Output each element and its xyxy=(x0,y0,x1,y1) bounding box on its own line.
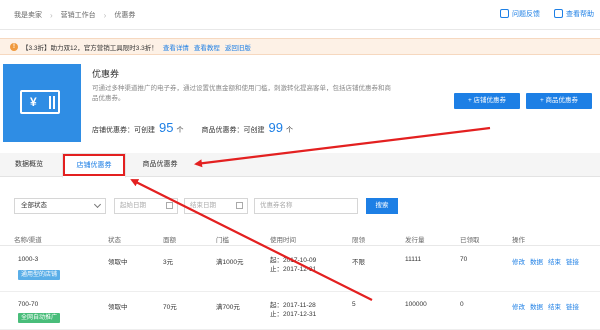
header-status: 状态 xyxy=(108,237,121,244)
notice-link-old-version[interactable]: 返回旧版 xyxy=(225,42,251,52)
header-name: 名称/渠道 xyxy=(14,237,42,244)
status-select-value: 全部状态 xyxy=(21,202,47,209)
coupon-limit: 5 xyxy=(352,301,356,308)
start-date-placeholder: 起始日期 xyxy=(120,202,146,209)
share-link[interactable]: 链接 xyxy=(566,304,579,311)
start-date-input[interactable]: 起始日期 xyxy=(114,198,178,214)
notice-text: 【3.3折】助力双12，官方营销工具限时3.3折！ xyxy=(22,44,158,52)
data-link[interactable]: 数据 xyxy=(530,259,543,266)
add-goods-coupon-button[interactable]: + 商品优惠券 xyxy=(526,93,592,109)
header-claimed: 已领取 xyxy=(460,237,480,244)
coupon-issued: 11111 xyxy=(405,256,422,263)
coupon-name-input[interactable]: 优惠券名称 xyxy=(254,198,358,214)
channel-tag: 全网自动推广 xyxy=(18,313,61,323)
row-actions: 修改 数据 结束 链接 xyxy=(512,256,584,266)
chevron-right-icon: › xyxy=(50,10,53,20)
goods-quota-count: 99 xyxy=(268,120,283,135)
promo-notice: ! 【3.3折】助力双12，官方营销工具限时3.3折！ 查看详情 查看教程 返回… xyxy=(0,38,600,55)
breadcrumb-item-seller[interactable]: 我是卖家 xyxy=(14,10,42,20)
store-quota-unit: 个 xyxy=(176,127,184,134)
coupon-logo: ¥ xyxy=(3,64,81,142)
header-threshold: 门槛 xyxy=(216,237,229,244)
coupon-issued: 100000 xyxy=(405,301,427,308)
coupon-status: 领取中 xyxy=(108,304,128,311)
coupon-status: 领取中 xyxy=(108,259,128,266)
top-bar: 我是卖家 › 营销工作台 › 优惠券 问题反馈 查看帮助 xyxy=(0,0,600,30)
add-store-coupon-button[interactable]: + 店铺优惠券 xyxy=(454,93,520,109)
coupon-threshold: 满1000元 xyxy=(216,259,244,266)
table-header: 名称/渠道 状态 面额 门槛 使用时间 限领 发行量 已领取 操作 xyxy=(0,230,600,246)
edit-icon xyxy=(500,9,509,18)
coupon-intro-card: ¥ 优惠券 可通过多种渠道推广的电子券，通过设置优惠金额和使用门槛，刺激转化提高… xyxy=(0,62,600,146)
table-row: 700-70 全网自动推广 领取中 70元 满700元 起：2017-11-28… xyxy=(0,293,600,330)
coupon-name-placeholder: 优惠券名称 xyxy=(260,202,293,209)
table-row: 1000-3 通用型的店铺 领取中 3元 满1000元 起：2017-10-09… xyxy=(0,248,600,292)
coupon-claimed: 70 xyxy=(460,256,468,263)
end-date-input[interactable]: 结束日期 xyxy=(184,198,248,214)
page-description: 可通过多种渠道推广的电子券，通过设置优惠金额和使用门槛，刺激转化提高客单，包括店… xyxy=(92,85,391,102)
breadcrumb: 我是卖家 › 营销工作台 › 优惠券 xyxy=(14,10,135,20)
edit-link[interactable]: 修改 xyxy=(512,259,525,266)
header-actions: 操作 xyxy=(512,237,525,244)
ticket-icon: ¥ xyxy=(20,90,60,114)
coupon-time: 起：2017-11-28 止：2017-12-31 xyxy=(270,301,316,319)
page-title: 优惠券 xyxy=(92,69,120,79)
coupon-name: 700-70 xyxy=(18,301,39,308)
help-icon xyxy=(554,9,563,18)
help-label: 查看帮助 xyxy=(566,11,594,18)
coupon-end-time: 止：2017-12-31 xyxy=(270,266,317,273)
coupon-limit: 不限 xyxy=(352,259,365,266)
channel-tag: 通用型的店铺 xyxy=(18,270,61,280)
feedback-label: 问题反馈 xyxy=(512,11,540,18)
header-amount: 面额 xyxy=(163,237,176,244)
store-quota-count: 95 xyxy=(159,120,174,135)
data-link[interactable]: 数据 xyxy=(530,304,543,311)
coupon-name: 1000-3 xyxy=(18,256,39,263)
status-select[interactable]: 全部状态 xyxy=(14,198,106,214)
row-actions: 修改 数据 结束 链接 xyxy=(512,301,584,311)
header-issued: 发行量 xyxy=(405,237,425,244)
help-link[interactable]: 查看帮助 xyxy=(554,9,594,19)
tab-data-overview[interactable]: 数据概览 xyxy=(0,153,58,177)
coupon-amount: 3元 xyxy=(163,259,174,266)
goods-quota-unit: 个 xyxy=(285,127,293,134)
chevron-right-icon: › xyxy=(103,10,107,20)
store-quota-label: 店铺优惠券：可创建 xyxy=(92,127,155,134)
chevron-down-icon xyxy=(93,200,102,209)
header-limit: 限领 xyxy=(352,237,365,244)
coupon-time: 起：2017-10-09 止：2017-12-31 xyxy=(270,256,316,274)
search-button[interactable]: 搜索 xyxy=(366,198,398,214)
end-link[interactable]: 结束 xyxy=(548,259,561,266)
edit-link[interactable]: 修改 xyxy=(512,304,525,311)
notice-link-details[interactable]: 查看详情 xyxy=(163,42,189,52)
top-actions: 问题反馈 查看帮助 xyxy=(500,9,594,19)
breadcrumb-item-marketing[interactable]: 营销工作台 xyxy=(61,10,96,20)
feedback-link[interactable]: 问题反馈 xyxy=(500,9,540,19)
filter-row: 全部状态 起始日期 结束日期 优惠券名称 搜索 xyxy=(0,198,600,216)
quota-summary: 店铺优惠券：可创建 95 个 商品优惠券：可创建 99 个 xyxy=(92,120,311,135)
calendar-icon xyxy=(166,202,173,209)
annotation-highlight-box xyxy=(63,154,125,176)
calendar-icon xyxy=(236,202,243,209)
goods-quota-label: 商品优惠券：可创建 xyxy=(201,127,265,134)
notice-link-tutorial[interactable]: 查看教程 xyxy=(194,42,220,52)
coupon-start-time: 起：2017-10-09 xyxy=(270,257,317,264)
warning-icon: ! xyxy=(10,42,18,51)
coupon-end-time: 止：2017-12-31 xyxy=(270,311,317,318)
end-link[interactable]: 结束 xyxy=(548,304,561,311)
end-date-placeholder: 结束日期 xyxy=(190,202,216,209)
breadcrumb-item-coupon: 优惠券 xyxy=(114,12,136,19)
coupon-claimed: 0 xyxy=(460,301,464,308)
coupon-amount: 70元 xyxy=(163,304,177,311)
coupon-start-time: 起：2017-11-28 xyxy=(270,302,316,309)
tab-goods-coupon[interactable]: 商品优惠券 xyxy=(128,153,192,177)
share-link[interactable]: 链接 xyxy=(566,259,579,266)
header-time: 使用时间 xyxy=(270,237,296,244)
coupon-threshold: 满700元 xyxy=(216,304,240,311)
